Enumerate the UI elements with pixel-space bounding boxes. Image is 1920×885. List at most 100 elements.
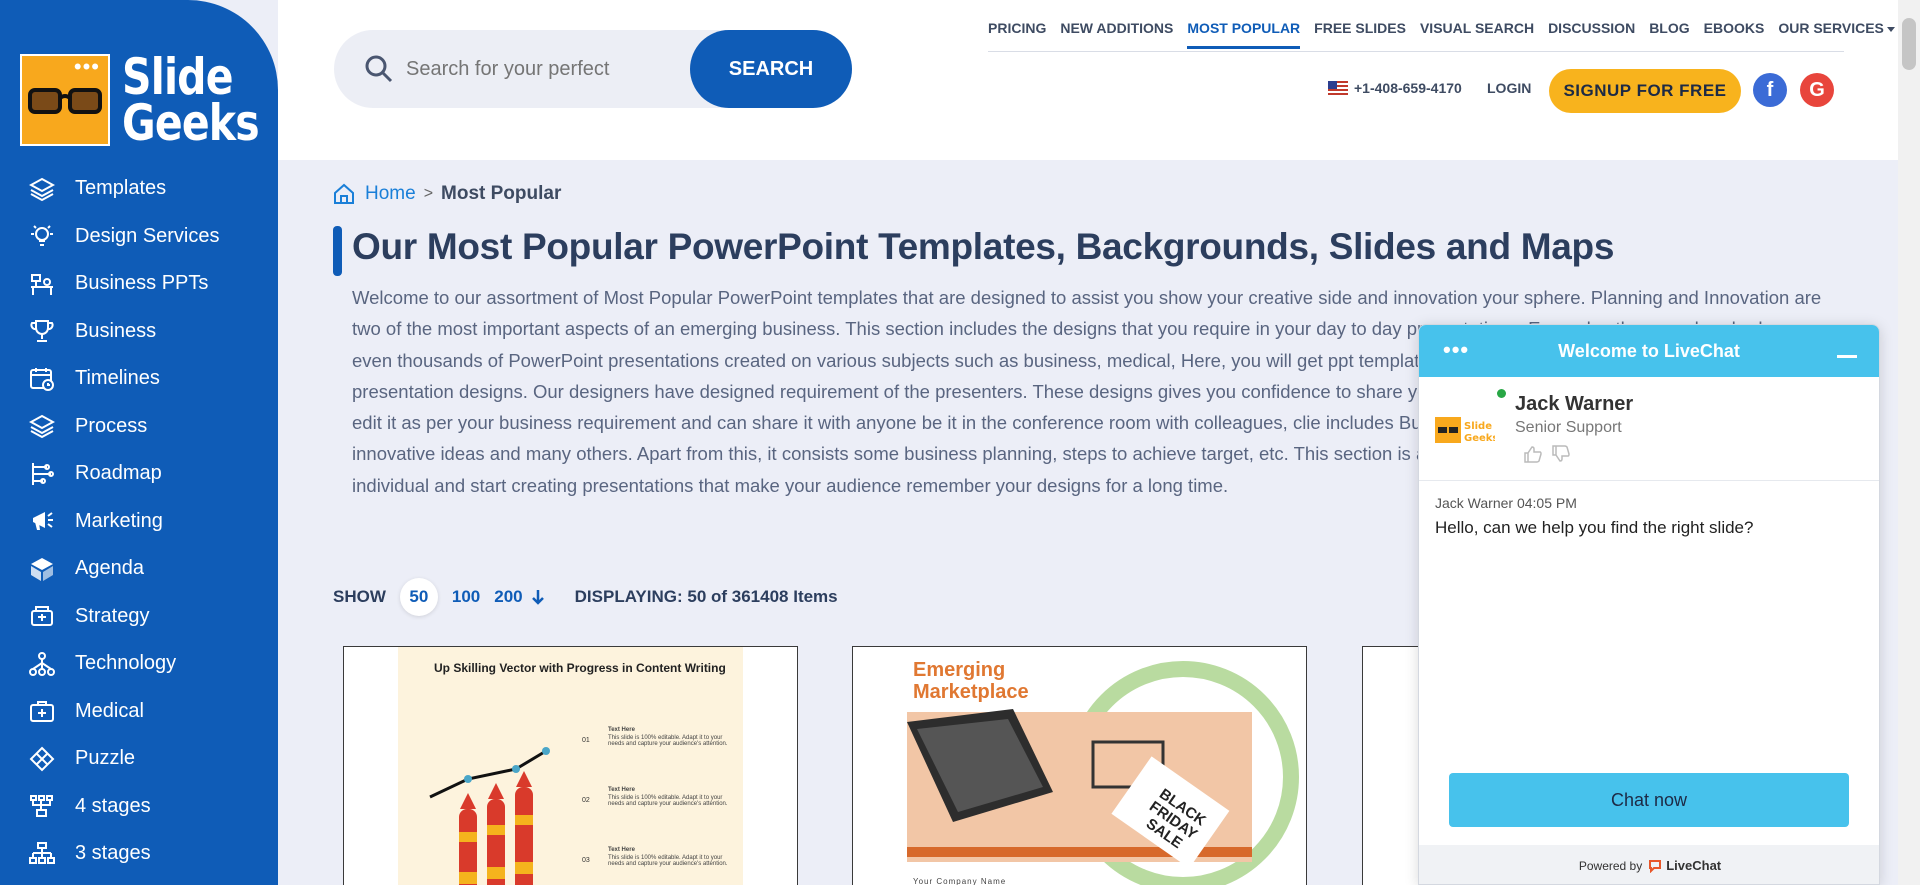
nav-discussion[interactable]: DISCUSSION: [1548, 20, 1635, 49]
logo-line2: Geeks: [122, 94, 260, 152]
search-input[interactable]: [406, 54, 616, 84]
top-nav: PRICING NEW ADDITIONS MOST POPULAR FREE …: [988, 20, 1895, 49]
nav-blog[interactable]: BLOG: [1649, 20, 1689, 49]
sidebar-item-templates[interactable]: Templates: [0, 165, 278, 213]
svg-text:Slide: Slide: [1464, 421, 1492, 432]
slide-title-line2: Marketplace: [913, 681, 1029, 703]
site-logo[interactable]: ••• Slide Geeks: [20, 52, 289, 152]
chat-now-button[interactable]: Chat now: [1449, 773, 1849, 827]
slide-item-number: 03: [582, 857, 590, 864]
chat-message: Hello, can we help you find the right sl…: [1435, 518, 1754, 537]
login-link[interactable]: LOGIN: [1487, 80, 1531, 96]
sidebar-item-technology[interactable]: Technology: [0, 640, 278, 688]
sidebar-item-roadmap[interactable]: Roadmap: [0, 450, 278, 498]
sidebar-item-label: Templates: [75, 177, 167, 200]
slide-item-body: This slide is 100% editable. Adapt it to…: [608, 735, 728, 747]
sidebar-item-label: Design Services: [75, 224, 220, 247]
sidebar-item-label: Business: [75, 319, 157, 342]
sidebar-item-label: Agenda: [75, 557, 144, 580]
slide-item: Text Here This slide is 100% editable. Ad…: [608, 787, 728, 807]
glasses-icon: [28, 88, 102, 114]
slide-item-number: 02: [582, 797, 590, 804]
title-accent: [333, 226, 342, 276]
sidebar-item-label: 4 stages: [75, 794, 151, 817]
sidebar-item-label: Business PPTs: [75, 272, 209, 295]
sidebar-item-label: Technology: [75, 652, 177, 675]
livechat-widget: ••• Welcome to LiveChat Slide Geeks Jack…: [1418, 324, 1880, 885]
minimize-icon[interactable]: [1837, 355, 1857, 358]
nav-free-slides[interactable]: FREE SLIDES: [1314, 20, 1406, 49]
search-button[interactable]: SEARCH: [690, 30, 852, 108]
displaying-count: DISPLAYING: 50 of 361408 Items: [574, 587, 838, 606]
thumbs-up-icon[interactable]: [1523, 445, 1543, 463]
online-status-dot: [1497, 389, 1506, 398]
sidebar-item-design-services[interactable]: Design Services: [0, 213, 278, 261]
signup-button[interactable]: SIGNUP FOR FREE: [1549, 69, 1741, 113]
home-icon[interactable]: [333, 183, 355, 205]
sidebar-item-marketing[interactable]: Marketing: [0, 498, 278, 546]
sidebar-item-timelines[interactable]: Timelines: [0, 355, 278, 403]
sidebar-item-label: Puzzle: [75, 747, 136, 770]
show-option-200[interactable]: 200: [494, 587, 522, 607]
page-scrollbar[interactable]: [1898, 0, 1920, 885]
scrollbar-thumb[interactable]: [1902, 18, 1916, 70]
powered-by-label: Powered by: [1578, 858, 1643, 873]
nav-most-popular[interactable]: MOST POPULAR: [1187, 20, 1301, 49]
medical-kit-icon: [28, 697, 56, 725]
phone-number: +1-408-659-4170: [1354, 80, 1462, 96]
sidebar-item-4-stages[interactable]: 4 stages: [0, 783, 278, 831]
chat-header: ••• Welcome to LiveChat: [1419, 325, 1879, 377]
show-option-100[interactable]: 100: [452, 587, 480, 607]
thumbs-down-icon[interactable]: [1551, 445, 1571, 463]
logo-dots-icon: •••: [73, 54, 100, 79]
sidebar-nav: Templates Design Services Business PPTs …: [0, 165, 278, 878]
sidebar-item-business-ppts[interactable]: Business PPTs: [0, 260, 278, 308]
calendar-clock-icon: [28, 365, 56, 393]
breadcrumb: Home > Most Popular: [333, 183, 561, 205]
slide-item-number: 01: [582, 737, 590, 744]
slide-title: Up Skilling Vector with Progress in Cont…: [434, 661, 726, 675]
chat-menu-icon[interactable]: •••: [1443, 337, 1469, 363]
livechat-brand[interactable]: LiveChat: [1666, 858, 1721, 873]
sidebar-item-label: Medical: [75, 699, 144, 722]
cube-icon: [28, 555, 56, 583]
agent-name: Jack Warner: [1515, 393, 1634, 415]
slide-item: Text Here This slide is 100% editable. Ad…: [608, 727, 728, 747]
nav-pricing[interactable]: PRICING: [988, 20, 1046, 49]
google-icon[interactable]: G: [1800, 73, 1834, 107]
sidebar-item-3-stages[interactable]: 3 stages: [0, 830, 278, 878]
template-card[interactable]: Emerging Marketplace BLACK FRIDAY SALE Yo…: [852, 646, 1307, 885]
breadcrumb-home[interactable]: Home: [365, 183, 416, 205]
show-option-50[interactable]: 50: [399, 578, 438, 616]
facebook-icon[interactable]: f: [1753, 73, 1787, 107]
hierarchy-icon: [28, 792, 56, 820]
sidebar-item-business[interactable]: Business: [0, 308, 278, 356]
nav-new-additions[interactable]: NEW ADDITIONS: [1060, 20, 1173, 49]
header: SEARCH PRICING NEW ADDITIONS MOST POPULA…: [278, 0, 1900, 160]
breadcrumb-current: Most Popular: [441, 183, 562, 204]
sidebar-item-label: Roadmap: [75, 462, 162, 485]
sidebar-item-agenda[interactable]: Agenda: [0, 545, 278, 593]
sidebar-item-medical[interactable]: Medical: [0, 688, 278, 736]
template-card[interactable]: Up Skilling Vector with Progress in Cont…: [343, 646, 798, 885]
nav-our-services[interactable]: OUR SERVICES: [1778, 20, 1895, 49]
sidebar-item-process[interactable]: Process: [0, 403, 278, 451]
sidebar-item-label: Marketing: [75, 509, 163, 532]
nav-visual-search[interactable]: VISUAL SEARCH: [1420, 20, 1534, 49]
livechat-logo-icon: [1649, 859, 1662, 873]
nav-ebooks[interactable]: EBOOKS: [1704, 20, 1765, 49]
slide-thumbnail: Up Skilling Vector with Progress in Cont…: [398, 647, 743, 885]
phone-link[interactable]: +1-408-659-4170: [1328, 80, 1462, 96]
sidebar-item-strategy[interactable]: Strategy: [0, 593, 278, 641]
show-label: SHOW: [333, 587, 386, 606]
caret-down-icon: [1886, 26, 1895, 32]
pagination-controls: SHOW 50 100 200 DISPLAYING: 50 of 361408…: [333, 578, 838, 616]
arrow-down-icon[interactable]: [531, 588, 545, 606]
chat-footer: Powered by LiveChat: [1419, 845, 1879, 884]
slide-item-body: This slide is 100% editable. Adapt it to…: [608, 855, 728, 867]
megaphone-icon: [28, 507, 56, 535]
layers-icon: [28, 412, 56, 440]
sidebar-item-puzzle[interactable]: Puzzle: [0, 735, 278, 783]
company-name: Your Company Name: [913, 877, 1007, 885]
slide-title-line1: Emerging: [913, 659, 1006, 681]
